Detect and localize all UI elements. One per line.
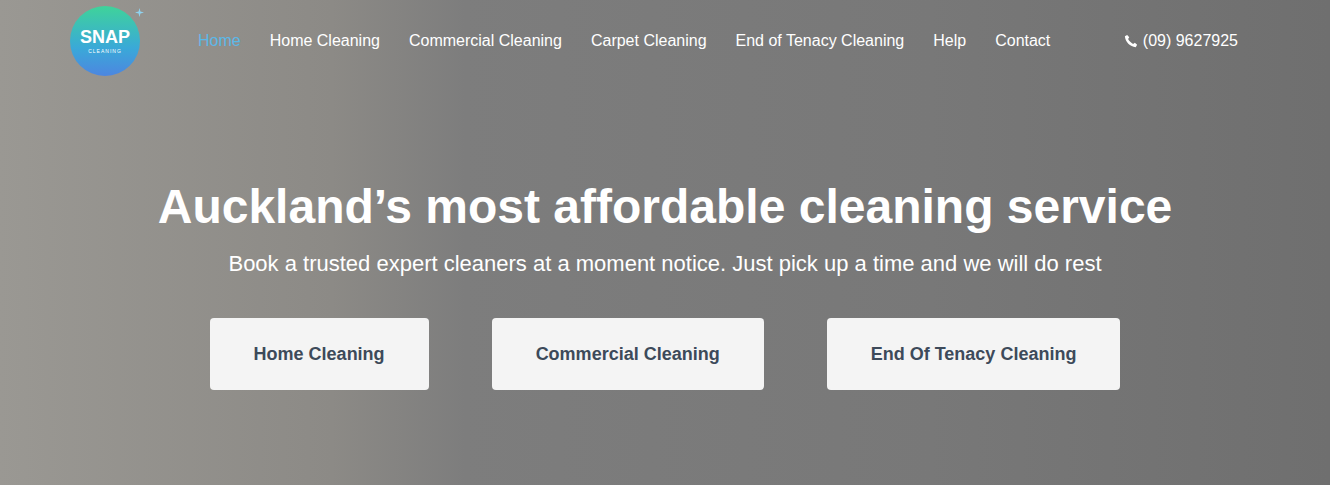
- hero-content: Auckland’s most affordable cleaning serv…: [0, 82, 1330, 390]
- hero-section: SNAP CLEANING Home Home Cleaning Commercial …: [0, 0, 1330, 485]
- service-button[interactable]: Home Cleaning: [210, 318, 429, 390]
- phone-text: (09) 9627925: [1143, 32, 1238, 50]
- nav-item[interactable]: Commercial Cleaning: [409, 32, 562, 50]
- hero-title: Auckland’s most affordable cleaning serv…: [158, 178, 1173, 236]
- main-nav: Home Home Cleaning Commercial Cleaning Carp…: [198, 32, 1050, 50]
- service-button[interactable]: Commercial Cleaning: [492, 318, 764, 390]
- background-photo: [0, 0, 1330, 485]
- phone-icon: [1124, 34, 1138, 48]
- button-row: Home Cleaning Commercial Cleaning End Of T…: [210, 318, 1121, 390]
- nav-item[interactable]: Contact: [995, 32, 1050, 50]
- nav-item[interactable]: Carpet Cleaning: [591, 32, 707, 50]
- sparkle-icon: [135, 8, 144, 17]
- service-button[interactable]: End Of Tenacy Cleaning: [827, 318, 1121, 390]
- nav-item[interactable]: Help: [933, 32, 966, 50]
- nav-item[interactable]: End of Tenacy Cleaning: [736, 32, 905, 50]
- logo[interactable]: SNAP CLEANING: [70, 6, 140, 76]
- hero-subtitle: Book a trusted expert cleaners at a mome…: [228, 250, 1101, 279]
- nav-item[interactable]: Home: [198, 32, 241, 50]
- logo-subtitle: CLEANING: [88, 48, 122, 54]
- site-header: SNAP CLEANING Home Home Cleaning Commercial …: [0, 0, 1330, 82]
- logo-title: SNAP: [80, 28, 130, 46]
- phone-number[interactable]: (09) 9627925: [1124, 32, 1238, 50]
- nav-item[interactable]: Home Cleaning: [270, 32, 380, 50]
